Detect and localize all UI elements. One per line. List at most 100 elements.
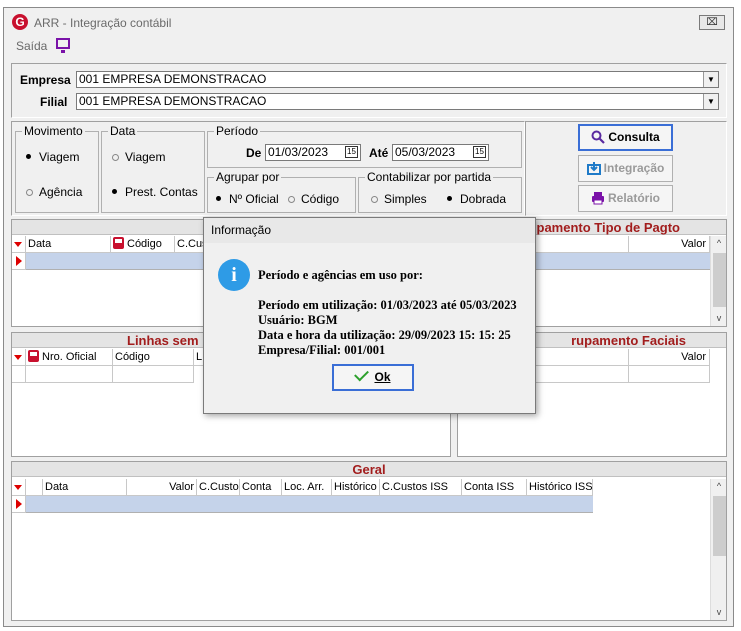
col-header-valor[interactable]: Valor xyxy=(629,236,710,253)
scroll-down-icon[interactable]: v xyxy=(711,605,727,620)
menu-saida[interactable]: Saída xyxy=(16,39,47,53)
radio-agrupar-oficial[interactable]: Nº Oficial xyxy=(214,192,279,206)
title-bar: G ARR - Integração contábil ⌧ xyxy=(4,8,733,34)
col-header-data[interactable]: Data xyxy=(43,479,127,496)
filial-value: 001 EMPRESA DEMONSTRACAO xyxy=(79,94,267,108)
radio-label: Agência xyxy=(39,185,83,199)
col-header-data[interactable]: Data xyxy=(26,236,111,253)
scroll-thumb[interactable] xyxy=(713,253,726,307)
radio-label: Viagem xyxy=(125,150,166,164)
radio-contabilizar-dobrada[interactable]: Dobrada xyxy=(445,192,506,206)
radio-label: Viagem xyxy=(39,150,80,164)
col-header-ccusto[interactable]: C.Custo xyxy=(197,479,240,496)
integracao-label: Integração xyxy=(603,161,665,175)
consulta-button[interactable]: Consulta xyxy=(578,124,673,151)
radio-label: Simples xyxy=(384,192,427,206)
consulta-label: Consulta xyxy=(608,130,660,144)
col-header-codigo[interactable]: Código xyxy=(113,349,194,366)
info-icon: i xyxy=(218,259,250,291)
row-cell xyxy=(12,366,26,383)
dialog-line-empresa: Empresa/Filial: 001/001 xyxy=(258,343,386,357)
sort-down-icon xyxy=(14,355,22,360)
radio-data-prest-contas[interactable]: Prest. Contas xyxy=(110,185,198,199)
dialog-heading: Período e agências em uso por: xyxy=(258,268,423,282)
col-header-loc-arr[interactable]: Loc. Arr. xyxy=(282,479,332,496)
periodo-title: Período xyxy=(214,124,261,138)
contabilizar-title: Contabilizar por partida xyxy=(365,170,494,184)
dialog-title: Informação xyxy=(204,218,535,243)
agrupar-title: Agrupar por xyxy=(214,170,282,184)
app-logo-icon: G xyxy=(12,14,28,30)
col-header-historico-iss[interactable]: Histórico ISS xyxy=(527,479,593,496)
radio-movimento-viagem[interactable]: Viagem xyxy=(24,150,79,164)
ate-date-input[interactable]: 05/03/2023 15 xyxy=(392,144,489,161)
scroll-down-icon[interactable]: v xyxy=(711,311,727,326)
col-header-ccustos-iss[interactable]: C.Custos ISS xyxy=(380,479,462,496)
close-button[interactable]: ⌧ xyxy=(699,15,725,30)
col-header-conta[interactable]: Conta xyxy=(240,479,282,496)
filial-select[interactable]: 001 EMPRESA DEMONSTRACAO ▼ xyxy=(76,93,719,110)
relatorio-button[interactable]: Relatório xyxy=(578,185,673,212)
col-header-ccusto[interactable]: C.Cus xyxy=(175,236,205,253)
radio-selected-icon xyxy=(110,187,119,196)
monitor-icon[interactable] xyxy=(56,38,70,53)
filial-label: Filial xyxy=(40,95,68,109)
calendar-icon[interactable]: 15 xyxy=(473,146,486,158)
relatorio-label: Relatório xyxy=(607,191,660,205)
vertical-scrollbar[interactable]: ^ v xyxy=(710,479,726,620)
info-dialog: Informação i Período e agências em uso p… xyxy=(203,217,536,414)
chevron-down-icon[interactable]: ▼ xyxy=(703,72,718,87)
empresa-value: 001 EMPRESA DEMONSTRACAO xyxy=(79,72,267,86)
company-panel: Empresa 001 EMPRESA DEMONSTRACAO ▼ Filia… xyxy=(11,63,727,118)
radio-unselected-icon xyxy=(286,194,295,203)
col-header-conta-iss[interactable]: Conta ISS xyxy=(462,479,527,496)
data-group: Data Viagem Prest. Contas xyxy=(101,124,205,213)
scroll-thumb[interactable] xyxy=(713,496,726,556)
col-header-blank[interactable] xyxy=(26,479,43,496)
radio-data-viagem[interactable]: Viagem xyxy=(110,150,165,164)
grid-indicator-header xyxy=(12,479,26,496)
row-cell xyxy=(26,366,113,383)
de-date-value: 01/03/2023 xyxy=(268,145,329,159)
dialog-line-periodo: Período em utilização: 01/03/2023 até 05… xyxy=(258,298,517,312)
radio-movimento-agencia[interactable]: Agência xyxy=(24,185,82,199)
radio-contabilizar-simples[interactable]: Simples xyxy=(369,192,427,206)
integracao-button[interactable]: Integração xyxy=(578,155,673,182)
row-indicator xyxy=(12,253,26,270)
dialog-line-usuario: Usuário: BGM xyxy=(258,313,338,327)
radio-label: Dobrada xyxy=(460,192,507,206)
chevron-down-icon[interactable]: ▼ xyxy=(703,94,718,109)
col-header-codigo[interactable]: Código xyxy=(111,236,175,253)
periodo-group: Período De 01/03/2023 15 Até 05/03/2023 … xyxy=(207,124,522,168)
calendar-icon[interactable]: 15 xyxy=(345,146,358,158)
sort-down-icon xyxy=(14,485,22,490)
data-title: Data xyxy=(108,124,138,138)
empresa-select[interactable]: 001 EMPRESA DEMONSTRACAO ▼ xyxy=(76,71,719,88)
col-header-historico[interactable]: Histórico xyxy=(332,479,380,496)
scroll-up-icon[interactable]: ^ xyxy=(711,236,727,251)
radio-selected-icon xyxy=(214,194,223,203)
col-header-valor[interactable]: Valor xyxy=(127,479,197,496)
vertical-scrollbar[interactable]: ^ v xyxy=(710,236,726,326)
table-row[interactable] xyxy=(26,496,593,513)
radio-label: Nº Oficial xyxy=(229,192,279,206)
radio-selected-icon xyxy=(445,194,454,203)
download-icon xyxy=(586,162,601,175)
col-label: Código xyxy=(127,238,162,250)
ok-label: Ok xyxy=(374,370,391,384)
ok-button[interactable]: Ok xyxy=(332,364,414,391)
row-indicator xyxy=(12,496,26,513)
radio-agrupar-codigo[interactable]: Código xyxy=(286,192,339,206)
col-header-valor[interactable]: Valor xyxy=(629,349,710,366)
dialog-line-datahora: Data e hora da utilização: 29/09/2023 15… xyxy=(258,328,511,342)
bus-icon xyxy=(113,237,124,249)
radio-label: Código xyxy=(301,192,340,206)
window-title: ARR - Integração contábil xyxy=(34,16,172,30)
movimento-title: Movimento xyxy=(22,124,85,138)
bus-icon xyxy=(28,350,39,362)
col-header-nro-oficial[interactable]: Nro. Oficial xyxy=(26,349,113,366)
de-label: De xyxy=(246,146,262,160)
sort-down-icon xyxy=(14,242,22,247)
scroll-up-icon[interactable]: ^ xyxy=(711,479,727,494)
de-date-input[interactable]: 01/03/2023 15 xyxy=(265,144,361,161)
